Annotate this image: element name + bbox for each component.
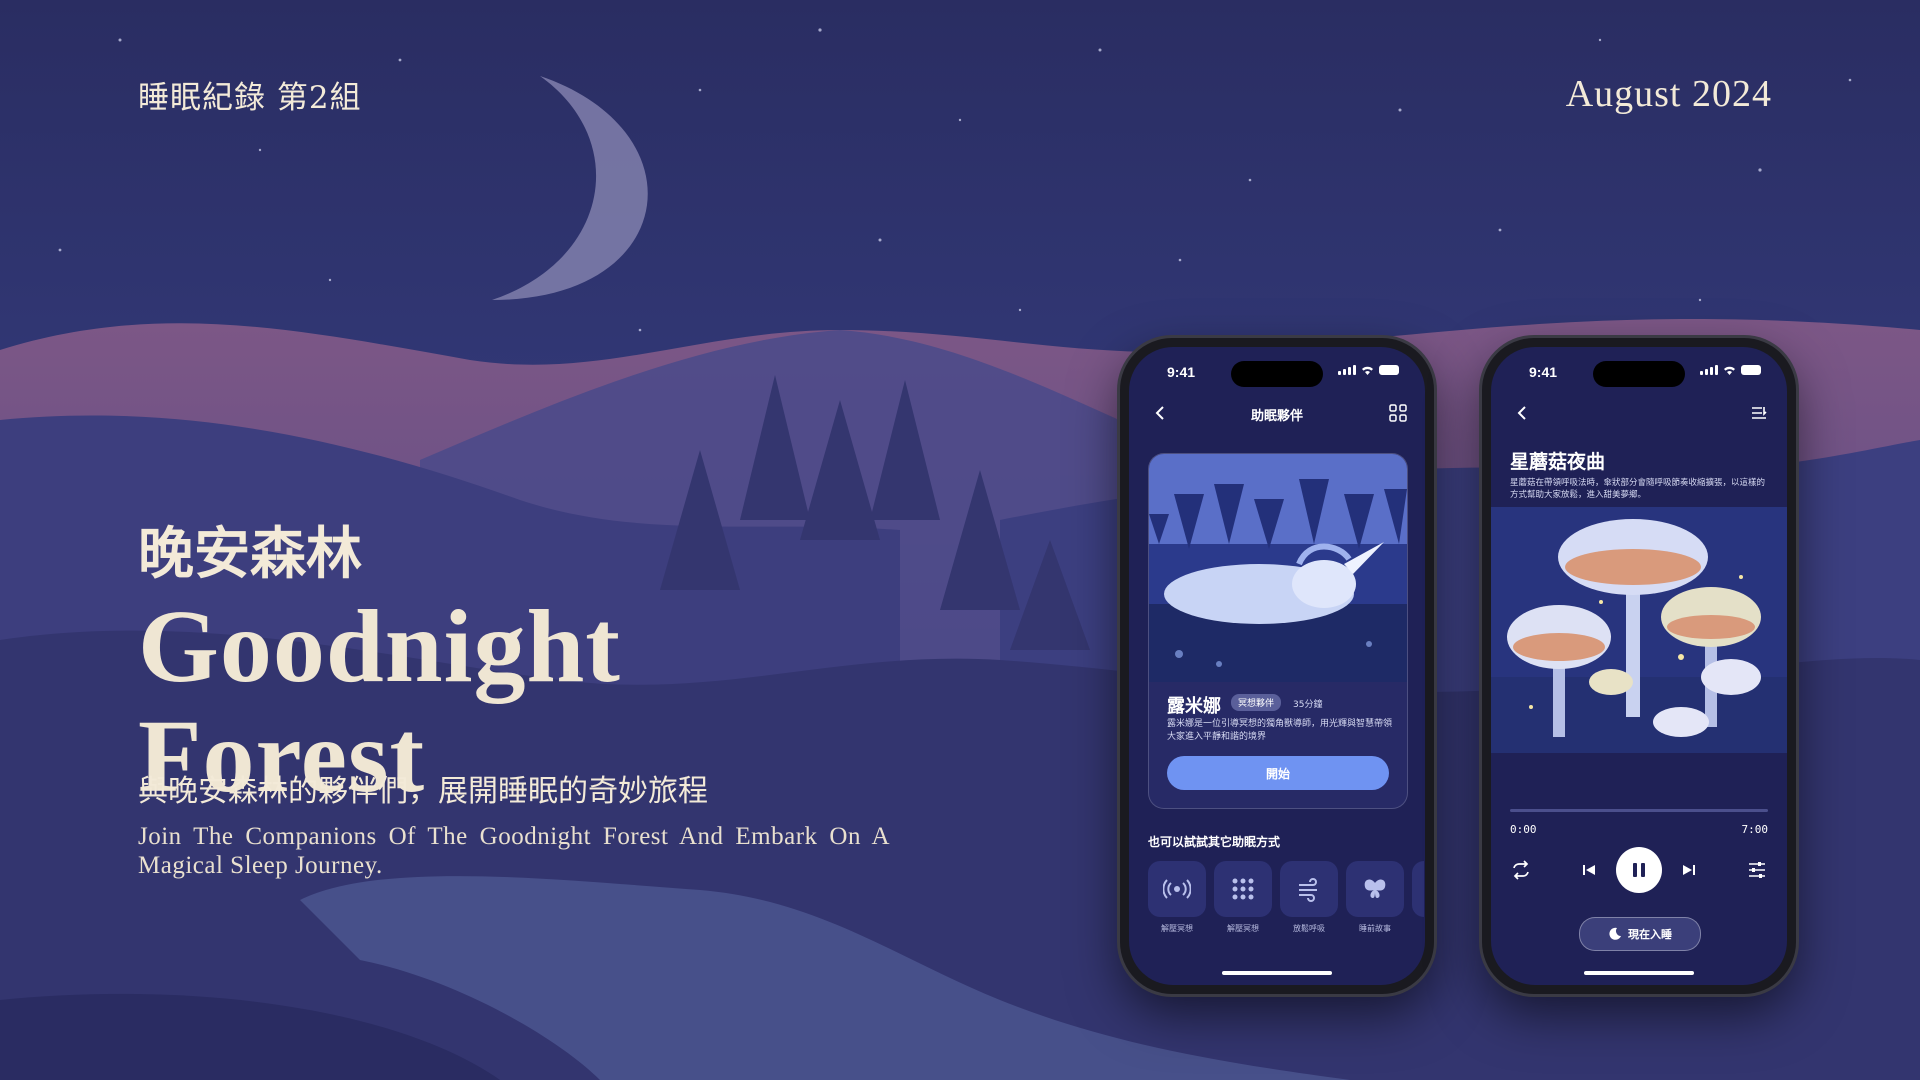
companion-tag-badge: 冥想夥伴: [1231, 694, 1282, 711]
sleep-now-button[interactable]: 現在入睡: [1579, 917, 1701, 951]
alternative-label: 解壓冥想: [1161, 924, 1193, 933]
alternative-item[interactable]: 解壓冥想: [1148, 861, 1206, 934]
home-indicator: [1584, 971, 1694, 975]
start-button[interactable]: 開始: [1167, 756, 1389, 790]
status-time: 9:41: [1529, 364, 1558, 380]
track-title: 星蘑菇夜曲: [1510, 451, 1606, 473]
sound-waves-icon: [1163, 879, 1191, 899]
wifi-icon: [1362, 366, 1373, 375]
phone-screen: 9:41 星蘑菇夜曲 星蘑菇在帶領呼吸法時，傘狀部分會隨呼吸節奏收縮擴張，以這樣…: [1491, 347, 1787, 985]
nav-title: 助眠夥伴: [1250, 409, 1303, 424]
hero-title-cn: 晚安森林: [138, 521, 362, 587]
date-label: August 2024: [1565, 73, 1772, 115]
grid-icon[interactable]: [1389, 404, 1407, 422]
unicorn-illustration: [1149, 454, 1407, 682]
sleep-now-label: 現在入睡: [1628, 928, 1672, 941]
wind-icon: [1299, 878, 1317, 902]
companion-card: 露米娜 冥想夥伴 35分鐘 露米娜是一位引導冥想的獨角獸導師，用光輝與智慧帶領大…: [1148, 453, 1408, 809]
signal-icon: [1700, 365, 1718, 375]
alternative-item-peek[interactable]: [1412, 861, 1424, 917]
butterfly-icon: [1364, 879, 1386, 898]
status-icons: [1700, 365, 1761, 375]
alternative-item[interactable]: 放鬆呼吸: [1280, 861, 1338, 934]
alternatives-title: 也可以試試其它助眠方式: [1148, 835, 1281, 849]
current-time: 0:00: [1510, 823, 1537, 836]
playback-progress-bar[interactable]: [1510, 809, 1768, 812]
dynamic-island: [1593, 361, 1685, 387]
phone-companion-screen: 9:41 助眠夥伴 露米娜 冥想夥伴 35分鐘 露米娜是一位引導冥想的獨角獸導師…: [1120, 338, 1434, 994]
battery-icon: [1379, 365, 1399, 375]
alternative-item[interactable]: 睡前故事: [1346, 861, 1404, 934]
equalizer-icon[interactable]: [1746, 859, 1768, 881]
status-icons: [1338, 365, 1399, 375]
moon-icon: [1609, 927, 1621, 940]
repeat-icon[interactable]: [1510, 859, 1532, 881]
home-indicator: [1222, 971, 1332, 975]
previous-icon[interactable]: [1581, 862, 1597, 878]
pause-button[interactable]: [1616, 847, 1662, 893]
track-description: 星蘑菇在帶領呼吸法時，傘狀部分會隨呼吸節奏收縮擴張，以這樣的方式幫助大家放鬆，進…: [1510, 478, 1766, 500]
battery-icon: [1741, 365, 1761, 375]
alternative-label: 放鬆呼吸: [1293, 924, 1325, 933]
alternative-label: 解壓冥想: [1227, 924, 1259, 933]
phone-screen: 9:41 助眠夥伴 露米娜 冥想夥伴 35分鐘 露米娜是一位引導冥想的獨角獸導師…: [1129, 347, 1425, 985]
next-icon[interactable]: [1681, 862, 1697, 878]
mushroom-illustration: [1491, 507, 1787, 753]
alternative-item[interactable]: 解壓冥想: [1214, 861, 1272, 934]
tagline-en: Join The Companions Of The Goodnight For…: [138, 823, 890, 879]
group-label: 睡眠紀錄 第2組: [138, 80, 362, 116]
chevron-left-icon[interactable]: [1513, 403, 1533, 423]
status-time: 9:41: [1167, 364, 1196, 380]
playlist-icon[interactable]: [1751, 405, 1767, 421]
phone-player-screen: 9:41 星蘑菇夜曲 星蘑菇在帶領呼吸法時，傘狀部分會隨呼吸節奏收縮擴張，以這樣…: [1482, 338, 1796, 994]
dots-grid-icon: [1232, 878, 1254, 900]
companion-description: 露米娜是一位引導冥想的獨角獸導師，用光輝與智慧帶領大家進入平靜和諧的境界: [1167, 719, 1393, 742]
alternatives-list: 解壓冥想 解壓冥想 放鬆呼吸 睡前故事: [1148, 861, 1424, 934]
alternative-label: 睡前故事: [1359, 924, 1391, 933]
pause-icon: [1633, 863, 1645, 877]
total-time: 7:00: [1741, 823, 1769, 836]
companion-name: 露米娜: [1167, 696, 1221, 717]
wifi-icon: [1724, 366, 1735, 375]
companion-duration: 35分鐘: [1293, 700, 1323, 710]
dynamic-island: [1231, 361, 1323, 387]
signal-icon: [1338, 365, 1356, 375]
tagline-cn: 與晚安森林的夥伴們，展開睡眠的奇妙旅程: [138, 774, 708, 809]
